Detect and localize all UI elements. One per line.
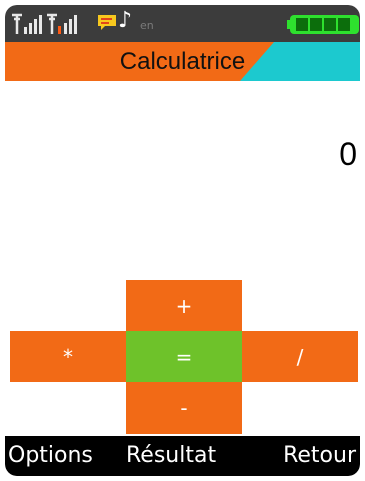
equals-button[interactable]: =: [126, 331, 242, 382]
back-softkey[interactable]: Retour: [283, 436, 356, 476]
title-bar: Calculatrice: [5, 42, 360, 81]
battery-icon: [287, 15, 359, 34]
status-bar: ♪ en: [5, 5, 360, 42]
plus-button[interactable]: +: [126, 280, 242, 331]
divide-button[interactable]: /: [242, 331, 358, 382]
softkey-bar: Options Résultat Retour: [5, 436, 360, 476]
result-softkey[interactable]: Résultat: [126, 436, 216, 476]
music-note-icon: ♪: [118, 8, 133, 33]
status-label: en: [140, 19, 154, 32]
multiply-button[interactable]: *: [10, 331, 126, 382]
signal-icon: [12, 13, 42, 34]
options-softkey[interactable]: Options: [8, 436, 93, 476]
message-icon: [98, 15, 116, 30]
signal-icon: [47, 13, 77, 34]
display-value: 0: [339, 136, 357, 172]
phone-screen: ♪ en Calculatrice 0 + * = / - Options Ré…: [0, 0, 365, 481]
minus-button[interactable]: -: [126, 382, 242, 434]
page-title: Calculatrice: [119, 48, 246, 75]
